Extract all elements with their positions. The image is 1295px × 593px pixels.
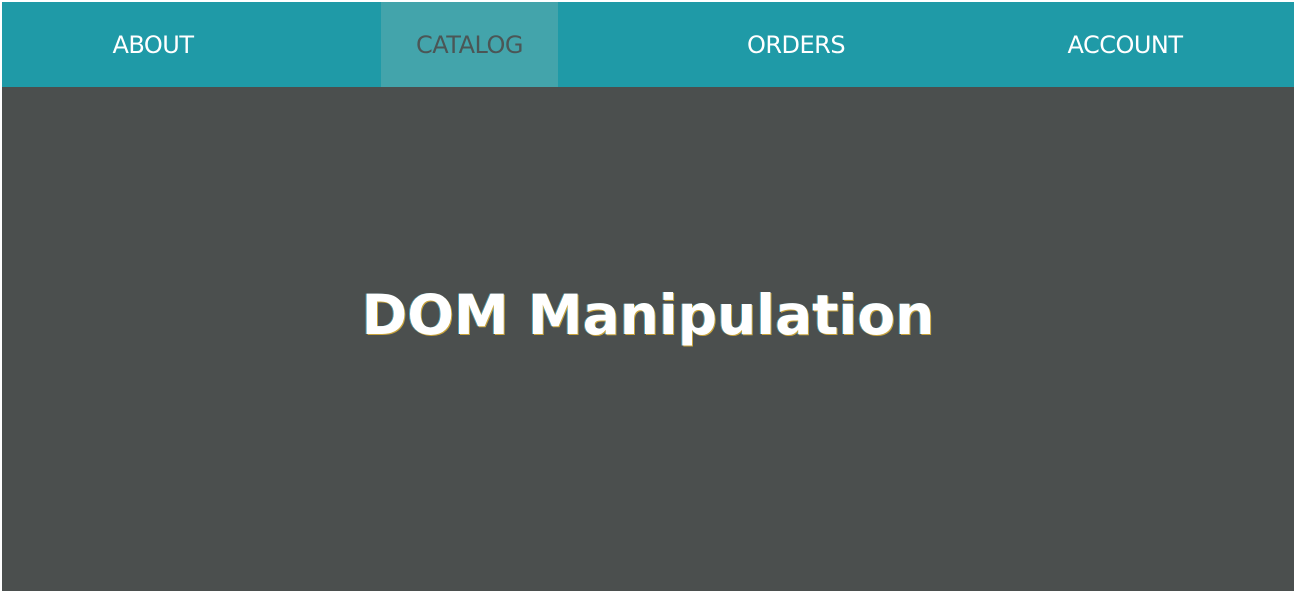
nav-item-orders[interactable]: ORDERS	[707, 2, 885, 87]
page-frame: ABOUT CATALOG ORDERS ACCOUNT DOM Manipul…	[2, 2, 1294, 591]
nav-item-catalog[interactable]: CATALOG	[381, 2, 558, 87]
nav-item-about[interactable]: ABOUT	[64, 2, 242, 87]
nav-item-account[interactable]: ACCOUNT	[1036, 2, 1214, 87]
top-navbar: ABOUT CATALOG ORDERS ACCOUNT	[2, 2, 1294, 87]
hero-section: DOM Manipulation	[2, 87, 1294, 591]
page-title: DOM Manipulation	[361, 282, 935, 347]
